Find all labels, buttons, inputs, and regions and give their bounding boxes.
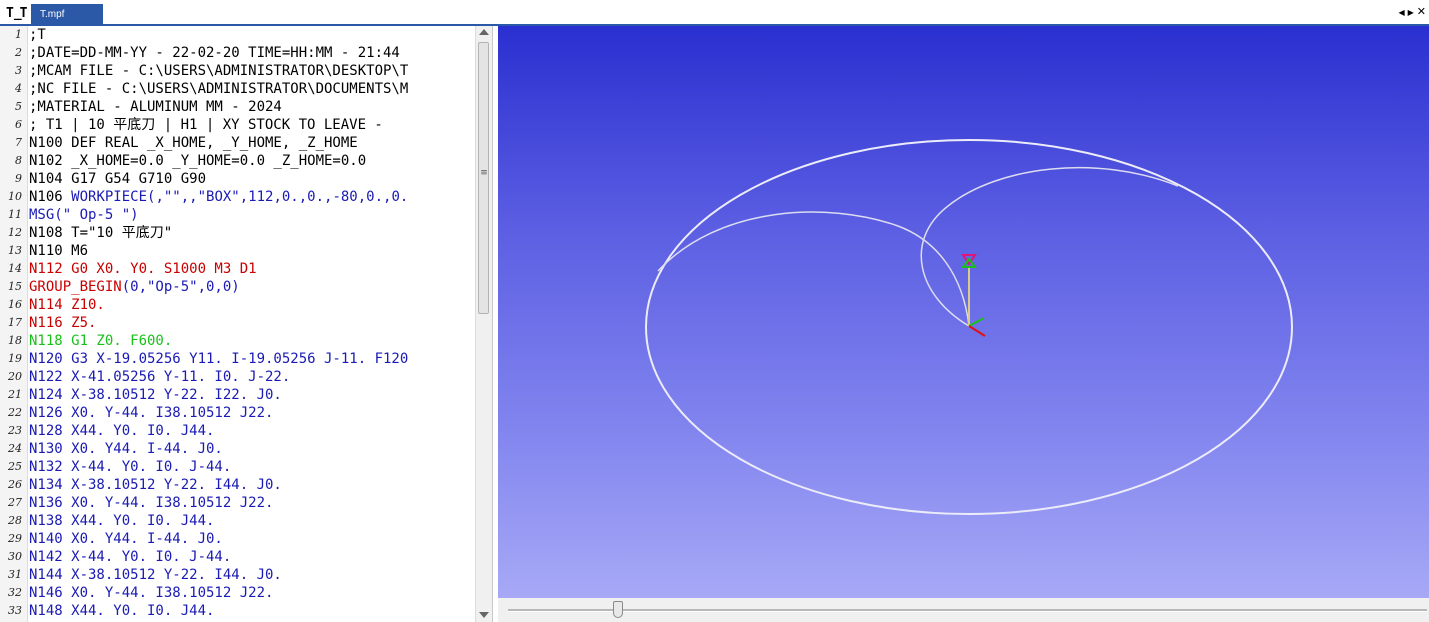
line-number: 5 bbox=[15, 100, 22, 113]
vertical-scrollbar[interactable]: ≡ bbox=[475, 26, 492, 622]
line-number: 8 bbox=[15, 154, 22, 167]
code-line[interactable]: ;DATE=DD-MM-YY - 22-02-20 TIME=HH:MM - 2… bbox=[29, 44, 400, 62]
code-line[interactable]: N132 X-44. Y0. I0. J-44. bbox=[29, 458, 231, 476]
line-number: 25 bbox=[8, 460, 22, 473]
code-line[interactable]: ;MCAM FILE - C:\USERS\ADMINISTRATOR\DESK… bbox=[29, 62, 408, 80]
scrollbar-thumb[interactable]: ≡ bbox=[478, 42, 489, 314]
scroll-down-icon[interactable] bbox=[479, 612, 489, 618]
line-number: 12 bbox=[8, 226, 22, 239]
line-number: 16 bbox=[8, 298, 22, 311]
line-number: 20 bbox=[8, 370, 22, 383]
axis-triad-icon bbox=[968, 308, 986, 337]
grip-icon: ≡ bbox=[480, 168, 488, 178]
text-editor-icon[interactable]: T̲T bbox=[6, 5, 28, 22]
line-number: 28 bbox=[8, 514, 22, 527]
tab-bar: T̲T T.mpf ◀ ▶ ✕ bbox=[0, 0, 1429, 26]
code-line[interactable]: N130 X0. Y44. I-44. J0. bbox=[29, 440, 223, 458]
line-number: 17 bbox=[8, 316, 22, 329]
line-number: 22 bbox=[8, 406, 22, 419]
code-line[interactable]: N118 G1 Z0. F600. bbox=[29, 332, 172, 350]
code-line[interactable]: N144 X-38.10512 Y-22. I44. J0. bbox=[29, 566, 282, 584]
tab-next-icon[interactable]: ▶ bbox=[1408, 8, 1415, 17]
code-line[interactable]: N104 G17 G54 G710 G90 bbox=[29, 170, 206, 188]
line-number: 33 bbox=[8, 604, 22, 617]
code-token: WORKPIECE(,"",,"BOX",112,0.,0.,-80,0.,0. bbox=[71, 189, 409, 205]
code-line[interactable]: ; T1 | 10 平底刀 | H1 | XY STOCK TO LEAVE - bbox=[29, 116, 391, 134]
line-number: 9 bbox=[15, 172, 22, 185]
code-line[interactable]: N112 G0 X0. Y0. S1000 M3 D1 bbox=[29, 260, 257, 278]
code-token: N106 bbox=[29, 189, 72, 205]
line-number: 14 bbox=[8, 262, 22, 275]
code-line[interactable]: N146 X0. Y-44. I38.10512 J22. bbox=[29, 584, 273, 602]
code-line[interactable]: N120 G3 X-19.05256 Y11. I-19.05256 J-11.… bbox=[29, 350, 408, 368]
line-number: 29 bbox=[8, 532, 22, 545]
scroll-up-icon[interactable] bbox=[479, 29, 489, 35]
tool-marker-icon bbox=[961, 254, 977, 268]
code-line[interactable]: N126 X0. Y-44. I38.10512 J22. bbox=[29, 404, 273, 422]
code-line[interactable]: N128 X44. Y0. I0. J44. bbox=[29, 422, 214, 440]
code-line[interactable]: N134 X-38.10512 Y-22. I44. J0. bbox=[29, 476, 282, 494]
close-icon[interactable]: ✕ bbox=[1417, 5, 1427, 18]
code-line[interactable]: N124 X-38.10512 Y-22. I22. J0. bbox=[29, 386, 282, 404]
code-line[interactable]: N110 M6 bbox=[29, 242, 88, 260]
toolpath-viewport[interactable] bbox=[498, 26, 1429, 598]
line-number: 1 bbox=[15, 28, 22, 41]
line-number-gutter: 1 2 3 4 5 6 7 8 9 10 11 12 13 14 15 16 17 18 19 20 21 22 23 24 2… bbox=[0, 26, 28, 622]
code-line[interactable]: N140 X0. Y44. I-44. J0. bbox=[29, 530, 223, 548]
code-line[interactable]: ;MATERIAL - ALUMINUM MM - 2024 bbox=[29, 98, 282, 116]
line-number: 4 bbox=[15, 82, 22, 95]
line-number: 18 bbox=[8, 334, 22, 347]
line-number: 10 bbox=[8, 190, 22, 203]
toolpath-canvas bbox=[645, 139, 1293, 515]
line-number: 27 bbox=[8, 496, 22, 509]
tab-t-mpf[interactable]: T.mpf bbox=[31, 4, 103, 25]
code-line[interactable]: GROUP_BEGIN(0,"Op-5",0,0) bbox=[29, 278, 240, 296]
code-line[interactable]: N100 DEF REAL _X_HOME, _Y_HOME, _Z_HOME bbox=[29, 134, 358, 152]
line-number: 32 bbox=[8, 586, 22, 599]
code-line[interactable]: N122 X-41.05256 Y-11. I0. J-22. bbox=[29, 368, 290, 386]
code-line[interactable]: N108 T="10 平底刀" bbox=[29, 224, 172, 242]
code-token: GROUP_BEGIN bbox=[29, 279, 122, 295]
code-line[interactable]: N106 WORKPIECE(,"",,"BOX",112,0.,0.,-80,… bbox=[29, 188, 408, 206]
code-line[interactable]: ;T bbox=[29, 26, 46, 44]
code-line[interactable]: N138 X44. Y0. I0. J44. bbox=[29, 512, 214, 530]
line-number: 15 bbox=[8, 280, 22, 293]
code-line[interactable]: N142 X-44. Y0. I0. J-44. bbox=[29, 548, 231, 566]
line-number: 30 bbox=[8, 550, 22, 563]
code-editor[interactable]: 1 2 3 4 5 6 7 8 9 10 11 12 13 14 15 16 17 18 19 20 21 22 23 24 2… bbox=[0, 26, 493, 622]
code-line[interactable]: ;NC FILE - C:\USERS\ADMINISTRATOR\DOCUME… bbox=[29, 80, 408, 98]
line-number: 13 bbox=[8, 244, 22, 257]
line-number: 6 bbox=[15, 118, 22, 131]
code-line[interactable]: N148 X44. Y0. I0. J44. bbox=[29, 602, 214, 620]
line-number: 23 bbox=[8, 424, 22, 437]
line-number: 2 bbox=[15, 46, 22, 59]
line-number: 19 bbox=[8, 352, 22, 365]
code-line[interactable]: N116 Z5. bbox=[29, 314, 96, 332]
line-number: 26 bbox=[8, 478, 22, 491]
line-number: 24 bbox=[8, 442, 22, 455]
playback-slider-bar bbox=[498, 598, 1429, 622]
line-number: 3 bbox=[15, 64, 22, 77]
code-area[interactable]: ;T ;DATE=DD-MM-YY - 22-02-20 TIME=HH:MM -… bbox=[29, 26, 476, 622]
tab-navigation: ◀ ▶ ✕ bbox=[1396, 5, 1427, 18]
code-line[interactable]: MSG(" Op-5 ") bbox=[29, 206, 139, 224]
line-number: 7 bbox=[15, 136, 22, 149]
line-number: 21 bbox=[8, 388, 22, 401]
code-line[interactable]: N114 Z10. bbox=[29, 296, 105, 314]
code-line[interactable]: N136 X0. Y-44. I38.10512 J22. bbox=[29, 494, 273, 512]
line-number: 11 bbox=[8, 208, 22, 221]
playback-slider-thumb[interactable] bbox=[613, 601, 624, 618]
code-line[interactable]: N102 _X_HOME=0.0 _Y_HOME=0.0 _Z_HOME=0.0 bbox=[29, 152, 366, 170]
playback-slider-track[interactable] bbox=[508, 609, 1427, 612]
toolpath-small-arc bbox=[920, 166, 1179, 327]
line-number: 31 bbox=[8, 568, 22, 581]
code-token: (0,"Op-5",0,0) bbox=[121, 279, 240, 295]
tab-prev-icon[interactable]: ◀ bbox=[1398, 8, 1405, 17]
